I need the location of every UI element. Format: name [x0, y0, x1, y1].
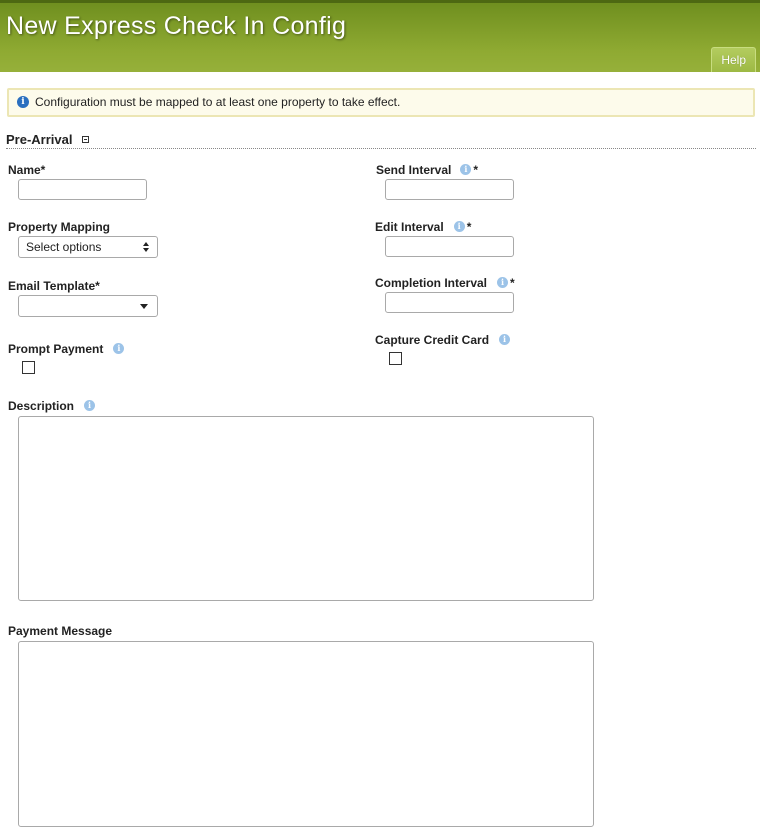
- property-mapping-label: Property Mapping: [8, 220, 111, 234]
- section-header-pre-arrival: Pre-Arrival: [6, 131, 756, 149]
- notice-text: Configuration must be mapped to at least…: [35, 95, 401, 109]
- capture-credit-card-label: Capture Credit Card i: [375, 333, 511, 347]
- description-label-text: Description: [8, 399, 75, 413]
- collapse-minus-icon[interactable]: [81, 136, 89, 143]
- capture-credit-card-label-text: Capture Credit Card: [375, 333, 490, 347]
- sort-updown-icon: [143, 242, 149, 252]
- prompt-payment-checkbox[interactable]: [22, 361, 35, 374]
- edit-interval-label: Edit Interval i *: [375, 220, 471, 234]
- completion-interval-label: Completion Interval i *: [375, 276, 515, 290]
- name-label: Name*: [8, 163, 46, 177]
- payment-message-textarea[interactable]: [18, 641, 594, 827]
- edit-interval-input[interactable]: [385, 236, 514, 257]
- name-input[interactable]: [18, 179, 147, 200]
- config-notice: i Configuration must be mapped to at lea…: [7, 88, 755, 117]
- email-template-label: Email Template*: [8, 279, 100, 293]
- email-template-select[interactable]: [18, 295, 158, 317]
- property-mapping-selected: Select options: [26, 240, 102, 254]
- description-textarea[interactable]: [18, 416, 594, 601]
- info-hint-icon[interactable]: i: [497, 277, 509, 289]
- property-mapping-select[interactable]: Select options: [18, 236, 158, 258]
- section-title: Pre-Arrival: [6, 132, 73, 147]
- info-hint-icon[interactable]: i: [453, 221, 465, 233]
- page-title: New Express Check In Config: [6, 12, 347, 40]
- prompt-payment-label: Prompt Payment i: [8, 342, 125, 356]
- payment-message-label: Payment Message: [8, 624, 113, 638]
- prompt-payment-label-text: Prompt Payment: [8, 342, 104, 356]
- completion-interval-label-text: Completion Interval: [375, 276, 488, 290]
- send-interval-label: Send Interval i *: [376, 163, 478, 177]
- required-mark: *: [510, 276, 515, 290]
- info-hint-icon[interactable]: i: [499, 334, 511, 346]
- info-hint-icon[interactable]: i: [113, 343, 125, 355]
- required-mark: *: [473, 163, 479, 177]
- edit-interval-label-text: Edit Interval: [375, 220, 444, 234]
- capture-credit-card-checkbox[interactable]: [389, 352, 402, 365]
- page-header: New Express Check In Config Help: [0, 0, 760, 72]
- help-button[interactable]: Help: [711, 47, 756, 72]
- required-mark: *: [466, 220, 472, 234]
- info-icon: i: [17, 96, 29, 108]
- send-interval-input[interactable]: [385, 179, 514, 200]
- info-hint-icon[interactable]: i: [460, 164, 472, 176]
- info-hint-icon[interactable]: i: [84, 400, 96, 412]
- description-label: Description i: [8, 399, 96, 413]
- completion-interval-input[interactable]: [385, 292, 514, 313]
- chevron-down-icon: [140, 304, 148, 309]
- send-interval-label-text: Send Interval: [376, 163, 452, 177]
